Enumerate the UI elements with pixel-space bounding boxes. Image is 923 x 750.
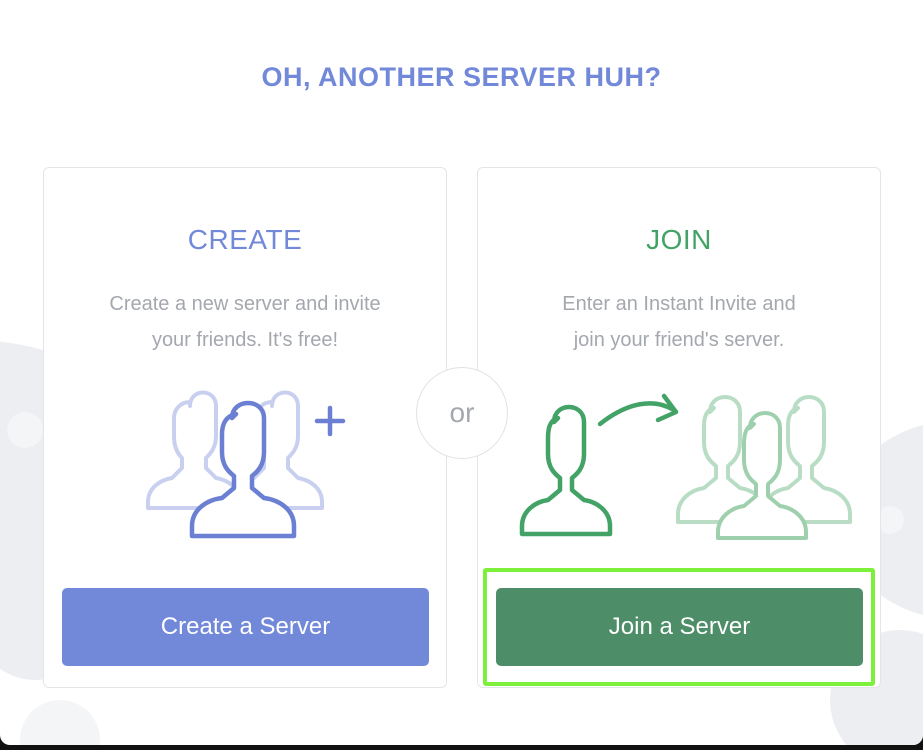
join-card-title: JOIN [646,224,712,255]
join-server-card: JOIN Enter an Instant Invite and join yo… [477,167,881,688]
create-server-button[interactable]: Create a Server [62,588,429,666]
modal-headline: OH, ANOTHER SERVER HUH? [261,62,662,92]
create-card-title: CREATE [187,224,303,255]
create-desc-line-2: your friends. It's free! [151,329,339,351]
join-card-description: Enter an Instant Invite and join your fr… [508,286,850,358]
users-plus-icon [146,390,346,539]
create-or-join-server-modal: OH, ANOTHER SERVER HUH? CREATE Create a … [0,0,923,745]
create-card-description: Create a new server and invite your frie… [74,286,416,358]
create-desc-line-1: Create a new server and invite [109,293,381,315]
or-separator: or [416,367,508,459]
join-desc-line-1: Enter an Instant Invite and [562,293,796,315]
join-server-button[interactable]: Join a Server [496,588,863,666]
user-join-group-icon [519,393,852,540]
create-server-card: CREATE Create a new server and invite yo… [43,167,447,688]
join-desc-line-2: join your friend's server. [573,329,785,351]
